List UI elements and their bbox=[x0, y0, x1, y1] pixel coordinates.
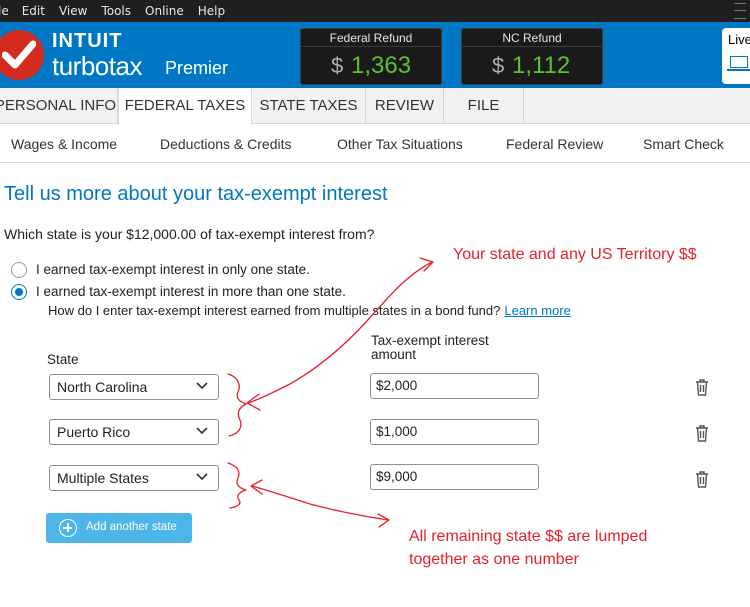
trash-icon[interactable] bbox=[694, 424, 710, 442]
subnav-smart-check[interactable]: Smart Check bbox=[643, 136, 724, 152]
plus-circle-icon bbox=[59, 519, 77, 537]
annotation-bottom: All remaining state $$ are lumped togeth… bbox=[409, 525, 647, 571]
annotation-bottom-line2: together as one number bbox=[409, 551, 579, 568]
page-title: Tell us more about your tax-exempt inter… bbox=[4, 183, 388, 205]
state-select-value: Puerto Rico bbox=[57, 424, 131, 440]
nc-refund-meter[interactable]: NC Refund $ 1,112 bbox=[461, 28, 603, 85]
state-select-row1[interactable]: North Carolina bbox=[49, 374, 219, 400]
subnav-wages-income[interactable]: Wages & Income bbox=[11, 136, 117, 152]
subnav-federal-review[interactable]: Federal Review bbox=[506, 136, 603, 152]
menu-bar: le Edit View Tools Online Help bbox=[0, 0, 750, 22]
help-question: How do I enter tax-exempt interest earne… bbox=[48, 303, 501, 318]
federal-refund-value: 1,363 bbox=[351, 52, 412, 79]
main-tabs: PERSONAL INFO FEDERAL TAXES STATE TAXES … bbox=[0, 88, 750, 125]
column-header-amount: Tax-exempt interest amount bbox=[371, 334, 489, 362]
state-select-row3[interactable]: Multiple States bbox=[49, 465, 219, 491]
tab-review[interactable]: REVIEW bbox=[366, 88, 444, 124]
chevron-down-icon bbox=[196, 427, 208, 435]
subnav-other-tax-situations[interactable]: Other Tax Situations bbox=[337, 136, 463, 152]
radio-one-state-label[interactable]: I earned tax-exempt interest in only one… bbox=[36, 262, 310, 277]
federal-refund-currency: $ bbox=[331, 53, 344, 78]
live-help-button[interactable]: Live bbox=[722, 28, 750, 84]
chevron-down-icon bbox=[196, 382, 208, 390]
brand-edition: Premier bbox=[165, 58, 229, 78]
radio-multiple-states[interactable] bbox=[11, 284, 27, 300]
subnav-deductions-credits[interactable]: Deductions & Credits bbox=[160, 136, 292, 152]
radio-multiple-states-label[interactable]: I earned tax-exempt interest in more tha… bbox=[36, 284, 346, 299]
tab-state-taxes[interactable]: STATE TAXES bbox=[252, 88, 366, 124]
column-header-amount-line1: Tax-exempt interest bbox=[371, 333, 489, 348]
brand-turbotax: turbotax bbox=[52, 51, 142, 81]
state-select-value: North Carolina bbox=[57, 379, 148, 395]
help-text: How do I enter tax-exempt interest earne… bbox=[48, 303, 571, 318]
menu-edit[interactable]: Edit bbox=[22, 4, 45, 18]
live-label: Live bbox=[728, 32, 750, 47]
nc-refund-value: 1,112 bbox=[512, 52, 571, 79]
annotation-brace-bottom bbox=[227, 462, 247, 509]
nc-refund-label: NC Refund bbox=[462, 29, 602, 47]
annotation-arrowhead-top-end bbox=[246, 393, 261, 411]
state-select-value: Multiple States bbox=[57, 470, 149, 486]
annotation-brace-top bbox=[227, 373, 247, 437]
amount-input-row1[interactable]: $2,000 bbox=[370, 373, 539, 399]
column-header-state: State bbox=[47, 352, 79, 367]
federal-refund-meter[interactable]: Federal Refund $ 1,363 bbox=[300, 28, 442, 85]
nc-refund-currency: $ bbox=[492, 53, 505, 78]
sub-navigation: Wages & Income Deductions & Credits Othe… bbox=[0, 125, 750, 163]
trash-icon[interactable] bbox=[694, 470, 710, 488]
chevron-down-icon bbox=[196, 473, 208, 481]
menu-help[interactable]: Help bbox=[198, 4, 225, 18]
annotation-arrowhead-top-start bbox=[419, 257, 434, 272]
tab-federal-taxes[interactable]: FEDERAL TAXES bbox=[118, 88, 252, 125]
trash-icon[interactable] bbox=[694, 378, 710, 396]
learn-more-link[interactable]: Learn more bbox=[504, 303, 570, 318]
menu-tools[interactable]: Tools bbox=[101, 4, 131, 18]
annotation-top: Your state and any US Territory $$ bbox=[453, 246, 697, 263]
menu-online[interactable]: Online bbox=[145, 4, 184, 18]
amount-input-row2[interactable]: $1,000 bbox=[370, 419, 539, 445]
tab-file[interactable]: FILE bbox=[444, 88, 524, 124]
annotation-arrowhead-bottom-start bbox=[377, 513, 390, 528]
tab-personal-info[interactable]: PERSONAL INFO bbox=[0, 88, 118, 124]
question-text: Which state is your $12,000.00 of tax-ex… bbox=[4, 226, 375, 242]
annotation-arrowhead-bottom-end bbox=[250, 479, 263, 495]
annotation-bottom-line1: All remaining state $$ are lumped bbox=[409, 528, 648, 545]
laptop-icon bbox=[727, 56, 750, 71]
turbotax-checkmark-icon bbox=[0, 30, 44, 80]
add-another-state-button[interactable]: Add another state bbox=[46, 513, 192, 543]
radio-one-state[interactable] bbox=[11, 262, 27, 278]
federal-refund-label: Federal Refund bbox=[301, 29, 441, 47]
menu-view[interactable]: View bbox=[59, 4, 87, 18]
brand-intuit: INTUIT bbox=[52, 30, 123, 52]
app-header: INTUIT turbotax Premier Federal Refund $… bbox=[0, 22, 750, 88]
menu-file[interactable]: le bbox=[0, 4, 9, 18]
menu-grip-icon[interactable] bbox=[734, 3, 746, 19]
amount-input-row3[interactable]: $9,000 bbox=[370, 464, 539, 490]
add-another-state-label: Add another state bbox=[86, 521, 177, 533]
state-select-row2[interactable]: Puerto Rico bbox=[49, 419, 219, 445]
column-header-amount-line2: amount bbox=[371, 347, 417, 362]
annotation-arrow-bottom bbox=[251, 485, 389, 521]
